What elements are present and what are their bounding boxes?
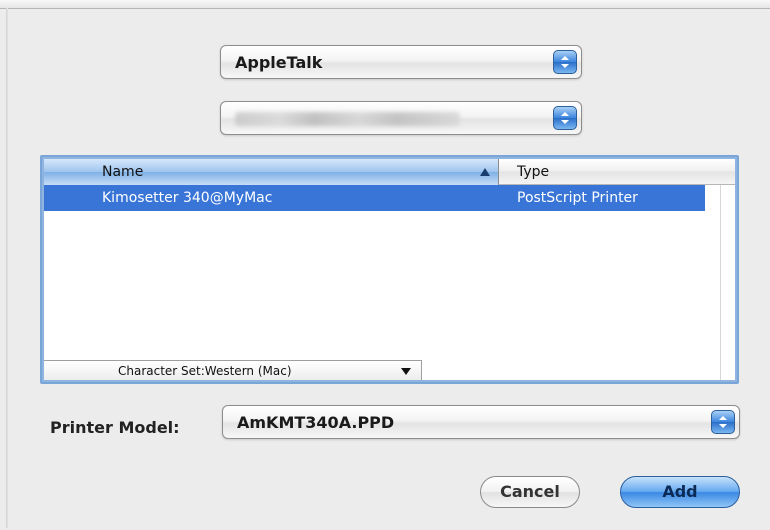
column-header-type[interactable]: Type	[499, 159, 735, 185]
popup-stepper-icon	[553, 50, 577, 74]
printer-model-value: AmKMT340A.PPD	[237, 413, 395, 432]
sort-ascending-icon	[480, 168, 490, 176]
table-row[interactable]: Kimosetter 340@MyMac PostScript Printer	[44, 185, 735, 211]
column-header-name-label: Name	[102, 164, 144, 180]
window-left-edge	[6, 8, 8, 528]
dropdown-arrow-icon	[401, 368, 411, 375]
printer-type-cell: PostScript Printer	[517, 190, 638, 206]
zone-popup[interactable]	[220, 101, 582, 135]
printer-name-cell: Kimosetter 340@MyMac	[102, 190, 273, 206]
column-header-name[interactable]: Name	[44, 159, 499, 185]
printer-list-body: Name Type Kimosetter 340@MyMac PostScrip…	[44, 159, 735, 380]
list-scrollbar[interactable]	[720, 185, 735, 380]
popup-stepper-icon	[553, 106, 577, 130]
printer-model-label: Printer Model:	[50, 418, 180, 437]
popup-stepper-icon	[711, 410, 735, 434]
column-header-type-label: Type	[517, 164, 550, 180]
add-button[interactable]: Add	[620, 476, 740, 508]
character-set-label: Character Set:Western (Mac)	[118, 364, 292, 378]
connection-type-popup[interactable]: AppleTalk	[220, 45, 582, 79]
window-top-edge	[0, 0, 770, 9]
zone-blurred-label	[235, 112, 460, 126]
cancel-button[interactable]: Cancel	[480, 476, 580, 508]
connection-type-label: AppleTalk	[235, 53, 323, 72]
character-set-popup[interactable]: Character Set:Western (Mac)	[44, 360, 422, 380]
printer-list: Name Type Kimosetter 340@MyMac PostScrip…	[40, 155, 739, 384]
printer-model-popup[interactable]: AmKMT340A.PPD	[222, 405, 740, 439]
